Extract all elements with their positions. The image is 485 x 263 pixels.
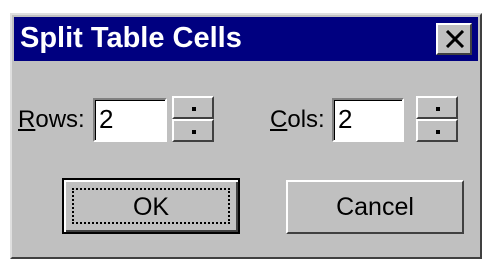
ok-button[interactable]: OK (62, 178, 240, 234)
close-button[interactable] (436, 23, 472, 55)
rows-label: Rows: (18, 106, 85, 134)
cols-input[interactable]: 2 (332, 98, 404, 142)
rows-increment-button[interactable] (172, 96, 214, 119)
cols-label-text: ols: (287, 106, 325, 133)
spin-up-icon (192, 107, 196, 111)
rows-label-text: ows: (35, 106, 85, 133)
spin-down-icon (192, 130, 196, 134)
rows-spinner (172, 96, 214, 142)
cancel-button[interactable]: Cancel (286, 180, 464, 234)
rows-input[interactable]: 2 (93, 98, 167, 142)
cols-spinner (416, 96, 458, 142)
cols-label-mnemonic: C (270, 106, 288, 133)
cols-label: Cols: (270, 106, 325, 134)
spin-down-icon (436, 130, 440, 134)
dialog-title: Split Table Cells (20, 22, 242, 54)
cols-increment-button[interactable] (416, 96, 458, 119)
split-table-cells-dialog: Split Table Cells Rows: 2 Cols: 2 OK Can… (10, 13, 482, 259)
close-icon (445, 30, 465, 48)
rows-decrement-button[interactable] (172, 119, 214, 142)
ok-button-label: OK (72, 188, 230, 224)
title-bar[interactable]: Split Table Cells (14, 17, 478, 61)
cols-decrement-button[interactable] (416, 119, 458, 142)
spin-up-icon (436, 107, 440, 111)
rows-label-mnemonic: R (18, 106, 36, 133)
